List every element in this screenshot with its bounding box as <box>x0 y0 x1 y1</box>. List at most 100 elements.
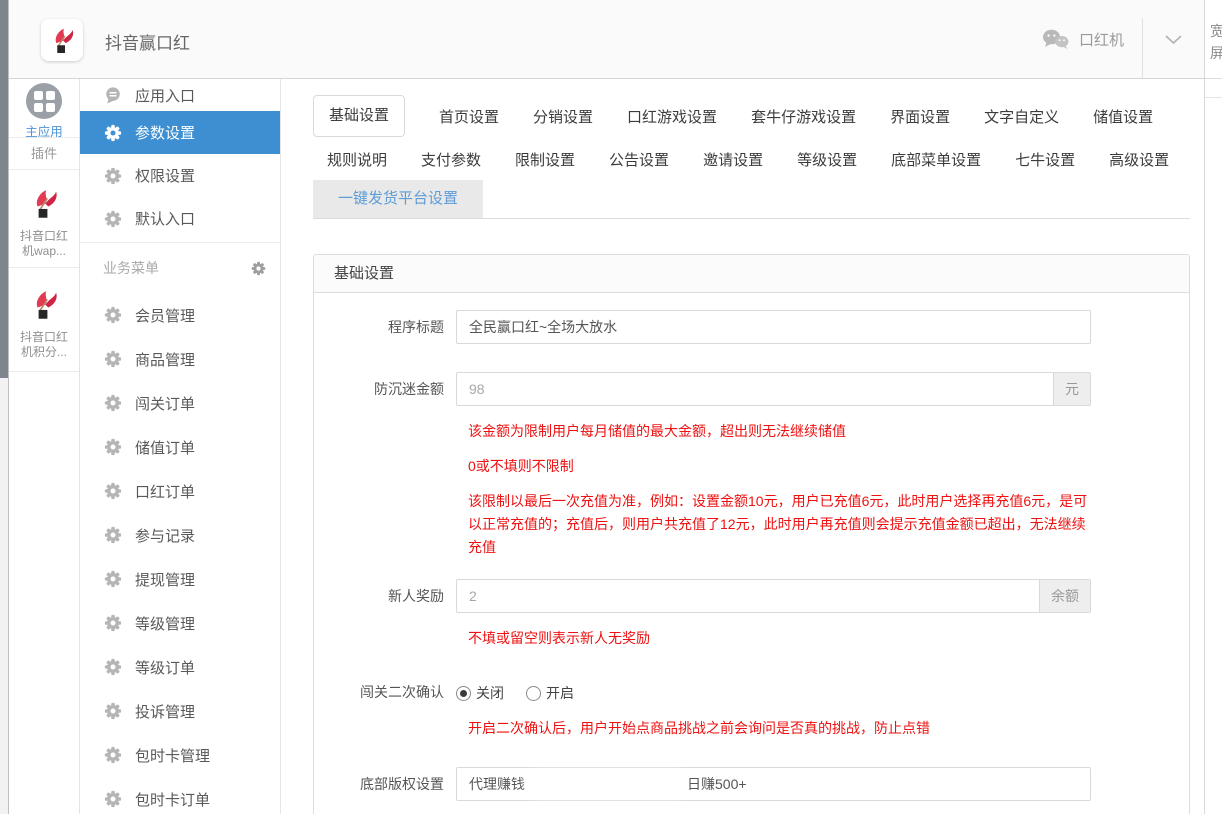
sidebar-item-withdrawal-mgmt[interactable]: 提现管理 <box>80 557 280 601</box>
sidebar-item-label: 默认入口 <box>135 208 195 229</box>
sidebar-menu: 应用入口 参数设置 权限设置 默认入口 业务菜单 会员管理 商品管理 闯关订单 <box>80 79 281 814</box>
unit-addon-balance: 余额 <box>1039 580 1090 612</box>
sidebar-item-label: 等级订单 <box>135 657 195 678</box>
app-window: 抖音赢口红 口红机 宽 屏 主应用 插件 抖 <box>0 0 1222 814</box>
gear-icon <box>104 526 122 544</box>
radio-label: 开启 <box>546 683 574 703</box>
app-title: 抖音赢口红 <box>105 29 190 54</box>
business-menu-header: 业务菜单 <box>80 243 280 293</box>
gear-icon <box>104 658 122 676</box>
sidebar-item-level-mgmt[interactable]: 等级管理 <box>80 601 280 645</box>
settings-gear-icon[interactable] <box>251 261 266 276</box>
plugin-item-points[interactable]: 抖音口红 机积分... <box>9 268 79 372</box>
sidebar-item-participation-records[interactable]: 参与记录 <box>80 513 280 557</box>
gear-icon <box>104 438 122 456</box>
tab-distribution-settings[interactable]: 分销设置 <box>533 106 593 127</box>
radio-close[interactable]: 关闭 <box>456 683 504 703</box>
sidebar-item-permission-settings[interactable]: 权限设置 <box>80 154 280 197</box>
right-edge-panel[interactable]: 宽 屏 <box>1204 0 1222 814</box>
tab-stored-value-settings[interactable]: 储值设置 <box>1093 106 1153 127</box>
settings-tabs: 基础设置 首页设置 分销设置 口红游戏设置 套牛仔游戏设置 界面设置 文字自定义… <box>313 95 1190 219</box>
censored-blur <box>531 775 681 793</box>
tab-level-settings[interactable]: 等级设置 <box>797 149 857 170</box>
sidebar-item-label: 权限设置 <box>135 165 195 186</box>
form-row-anti-addiction: 防沉迷金额 元 <box>314 372 1189 406</box>
form-row-newbie-reward: 新人奖励 余额 <box>314 579 1189 613</box>
widescreen-char-1: 宽 <box>1210 20 1222 42</box>
sidebar-item-label: 投诉管理 <box>135 701 195 722</box>
gear-icon <box>104 394 122 412</box>
widescreen-char-2: 屏 <box>1210 42 1222 64</box>
account-label: 口红机 <box>1079 29 1124 50</box>
tab-advanced-settings[interactable]: 高级设置 <box>1109 149 1169 170</box>
tab-payment-params[interactable]: 支付参数 <box>421 149 481 170</box>
newbie-reward-input[interactable] <box>456 579 1091 613</box>
radio-open[interactable]: 开启 <box>526 683 574 703</box>
sidebar-item-label: 提现管理 <box>135 569 195 590</box>
radio-label: 关闭 <box>476 683 504 703</box>
tab-home-settings[interactable]: 首页设置 <box>439 106 499 127</box>
field-label: 防沉迷金额 <box>314 372 444 406</box>
tab-rules[interactable]: 规则说明 <box>327 149 387 170</box>
main-app-entry[interactable]: 主应用 <box>9 79 79 138</box>
copyright-prefix: 代理赚钱 <box>469 774 525 794</box>
tab-basic-settings[interactable]: 基础设置 <box>313 95 405 137</box>
tab-qiniu-settings[interactable]: 七牛设置 <box>1015 149 1075 170</box>
gear-icon <box>104 124 122 142</box>
form-row-copyright: 底部版权设置 代理赚钱 日赚500+ <box>314 767 1189 801</box>
help-text: 该金额为限制用户每月储值的最大金额，超出则无法继续储值 <box>468 420 1098 443</box>
tab-bottom-menu-settings[interactable]: 底部菜单设置 <box>891 149 981 170</box>
gear-icon <box>104 210 122 228</box>
gear-icon <box>104 167 122 185</box>
anti-addiction-input[interactable] <box>456 372 1091 406</box>
left-scrollbar[interactable] <box>0 0 9 814</box>
sidebar-item-label: 参与记录 <box>135 525 195 546</box>
sidebar-item-label: 参数设置 <box>135 122 195 143</box>
app-title-input[interactable] <box>456 310 1091 344</box>
copyright-suffix: 日赚500+ <box>687 774 747 794</box>
sidebar-item-timecard-orders[interactable]: 包时卡订单 <box>80 777 280 814</box>
account-entry[interactable]: 口红机 <box>1042 0 1124 79</box>
topbar: 抖音赢口红 口红机 <box>9 0 1204 79</box>
basic-settings-panel: 基础设置 程序标题 防沉迷金额 元 该金额为限制用户每月储值的最大金额， <box>313 254 1190 814</box>
copyright-input[interactable]: 代理赚钱 日赚500+ <box>456 767 1091 801</box>
sidebar-item-stored-value-orders[interactable]: 储值订单 <box>80 425 280 469</box>
sidebar-item-challenge-orders[interactable]: 闯关订单 <box>80 381 280 425</box>
sidebar-item-default-entry[interactable]: 默认入口 <box>80 197 280 240</box>
header-dropdown-button[interactable] <box>1143 0 1204 79</box>
tab-limit-settings[interactable]: 限制设置 <box>515 149 575 170</box>
sidebar-item-app-entry[interactable]: 应用入口 <box>80 79 280 111</box>
tab-text-customization[interactable]: 文字自定义 <box>984 106 1059 127</box>
plugin-item-wap[interactable]: 抖音口红 机wap... <box>9 170 79 268</box>
sidebar-item-product-mgmt[interactable]: 商品管理 <box>80 337 280 381</box>
chevron-down-icon <box>1165 35 1182 45</box>
plugin-lipstick-icon <box>25 285 63 323</box>
sidebar-item-member-mgmt[interactable]: 会员管理 <box>80 293 280 337</box>
sidebar-item-lipstick-orders[interactable]: 口红订单 <box>80 469 280 513</box>
chat-icon <box>104 86 122 104</box>
gear-icon <box>104 350 122 368</box>
sidebar-item-timecard-mgmt[interactable]: 包时卡管理 <box>80 733 280 777</box>
tab-cowboy-game-settings[interactable]: 套牛仔游戏设置 <box>751 106 856 127</box>
sidebar-item-level-orders[interactable]: 等级订单 <box>80 645 280 689</box>
gear-icon <box>104 746 122 764</box>
tab-announcement-settings[interactable]: 公告设置 <box>609 149 669 170</box>
help-text: 不填或留空则表示新人无奖励 <box>468 627 1098 650</box>
tab-interface-settings[interactable]: 界面设置 <box>890 106 950 127</box>
sidebar-item-complaint-mgmt[interactable]: 投诉管理 <box>80 689 280 733</box>
scrollbar-thumb[interactable] <box>0 0 8 378</box>
help-text: 开启二次确认后，用户开始点商品挑战之前会询问是否真的挑战，防止点错 <box>468 717 1098 740</box>
field-label: 闯关二次确认 <box>314 682 444 703</box>
tab-one-click-shipping[interactable]: 一键发货平台设置 <box>313 180 483 218</box>
form-row-second-confirm: 闯关二次确认 关闭 开启 <box>314 682 1189 703</box>
lipstick-logo-icon <box>47 25 77 55</box>
radio-button-icon <box>456 686 471 701</box>
sidebar-item-label: 闯关订单 <box>135 393 195 414</box>
tab-invite-settings[interactable]: 邀请设置 <box>703 149 763 170</box>
form-row-app-title: 程序标题 <box>314 310 1189 344</box>
widescreen-toggle[interactable]: 宽 屏 <box>1205 0 1222 79</box>
field-label: 程序标题 <box>314 310 444 344</box>
sidebar-item-parameter-settings[interactable]: 参数设置 <box>80 111 280 154</box>
tab-lipstick-game-settings[interactable]: 口红游戏设置 <box>627 106 717 127</box>
help-text: 0或不填则不限制 <box>468 455 1098 478</box>
